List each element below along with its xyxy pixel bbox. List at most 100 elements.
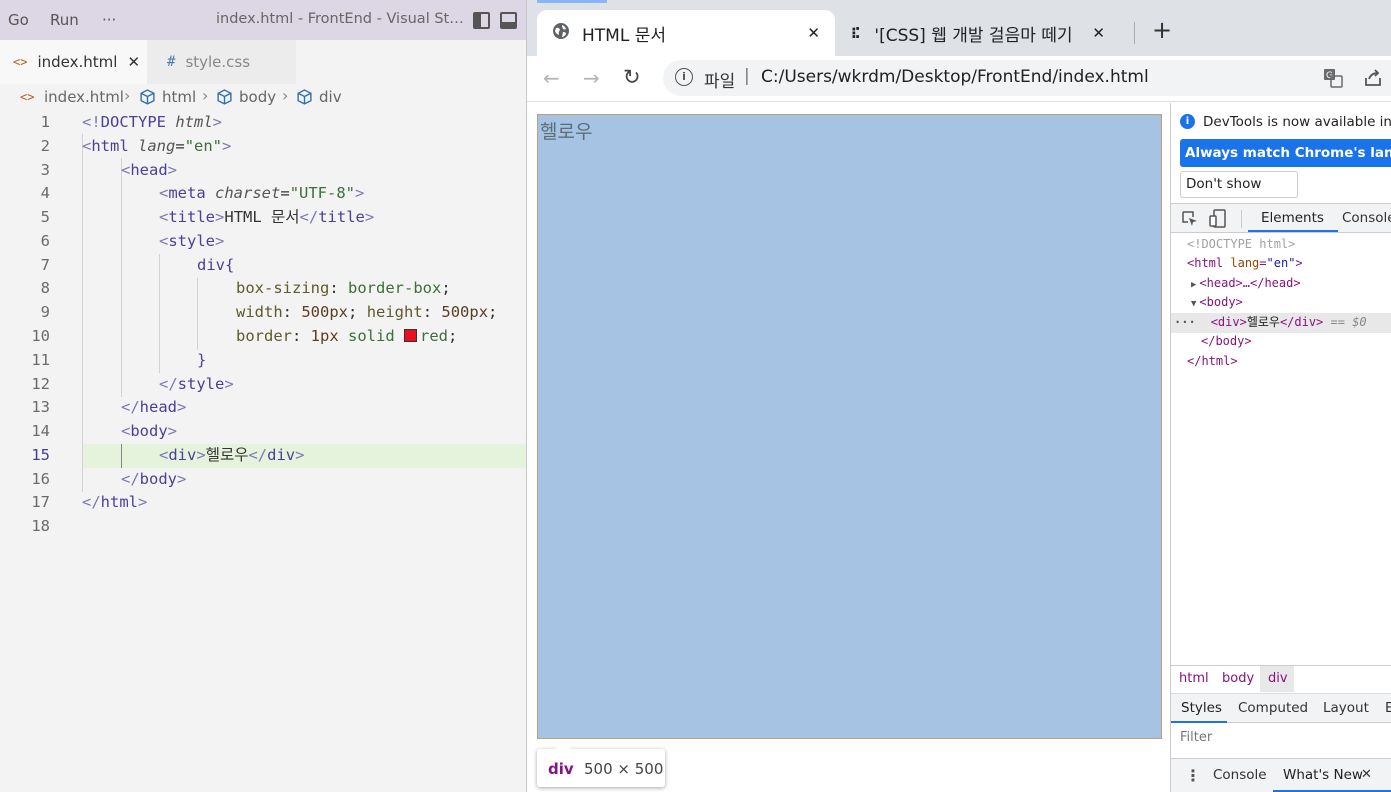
window-title: index.html - FrontEnd - Visual Studi... (216, 11, 464, 27)
code-line: </body> (121, 470, 187, 488)
close-drawer-icon[interactable]: ✕ (1361, 767, 1372, 782)
color-swatch-icon[interactable] (404, 329, 418, 342)
drawer-menu-icon[interactable]: ⋮ (1185, 766, 1201, 785)
dom-node-body-close[interactable]: </body> (1171, 332, 1391, 352)
crumb-div[interactable]: div (1268, 671, 1288, 686)
cube-icon (139, 89, 156, 110)
menu-run[interactable]: Run (50, 11, 79, 29)
tab-label: index.html (37, 53, 118, 71)
code-line: div{ (197, 256, 235, 274)
device-toolbar-icon[interactable] (1209, 209, 1226, 232)
line-number: 18 (31, 517, 50, 535)
dom-node-div-selected[interactable]: ··· <div>헬로우</div> == $0 (1171, 313, 1391, 333)
cube-icon (216, 89, 233, 110)
code-line: </html> (82, 493, 148, 511)
scheme-separator: | (744, 66, 750, 86)
code-line: </style> (159, 375, 234, 393)
info-message: DevTools is now available in Kor (1203, 114, 1391, 130)
code-line: <style> (159, 232, 225, 250)
collapse-arrow-icon: ▼ (1191, 299, 1197, 309)
tooltip-size: 500 × 500 (584, 760, 664, 778)
toggle-panel-icon[interactable] (500, 12, 517, 29)
dom-node-html-close[interactable]: </html> (1171, 352, 1391, 372)
crumb-html[interactable]: html (1179, 671, 1209, 686)
more-dots-icon: ··· (1174, 315, 1196, 329)
code-line: <html lang="en"> (82, 137, 232, 155)
dots-icon: ⁝⁚ (851, 24, 861, 42)
active-tab-indicator (1248, 230, 1338, 232)
forward-icon[interactable]: → (583, 66, 600, 90)
devtools-tabs: Elements Console (1171, 203, 1391, 233)
breadcrumb-body[interactable]: body (239, 88, 276, 106)
tab-title: '[CSS] 웹 개발 걸음마 떼기 (874, 25, 1073, 46)
reload-icon[interactable]: ↻ (623, 65, 641, 89)
devtools-drawer: ⋮ Console What's New ✕ (1171, 758, 1391, 792)
inspect-icon[interactable] (1181, 210, 1198, 231)
translate-icon[interactable]: G (1323, 68, 1343, 88)
close-tab-icon[interactable]: ✕ (1092, 24, 1105, 42)
tab-elements[interactable]: Elements (1261, 210, 1324, 226)
page-viewport: 헬로우 div 500 × 500 (527, 103, 1170, 792)
dom-node-html[interactable]: <html lang="en"> (1171, 254, 1391, 274)
devtools-info-bar: i DevTools is now available in Kor Alway… (1171, 103, 1391, 217)
devtools-panel: i DevTools is now available in Kor Alway… (1170, 103, 1391, 792)
drawer-tab-console[interactable]: Console (1213, 767, 1267, 783)
tab-index-html[interactable]: <> index.html ✕ (0, 40, 147, 84)
chrome-toolbar: ← → ↻ i 파일 | C:/Users/wkrdm/Desktop/Fron… (527, 56, 1391, 102)
code-line-current: <div>헬로우</div> (159, 446, 305, 464)
tab-label: style.css (185, 53, 251, 71)
share-icon[interactable] (1363, 68, 1383, 93)
menu-go[interactable]: Go (8, 11, 29, 29)
code-line: width: 500px; height: 500px; (236, 303, 498, 321)
crumb-body[interactable]: body (1222, 671, 1254, 686)
close-tab-icon[interactable]: ✕ (807, 24, 820, 42)
menu-more[interactable]: ··· (102, 11, 116, 29)
new-tab-button[interactable]: + (1152, 16, 1172, 44)
dom-node-doctype[interactable]: <!DOCTYPE html> (1171, 235, 1391, 255)
drawer-tab-whats-new[interactable]: What's New (1283, 767, 1363, 783)
url-text[interactable]: C:/Users/wkrdm/Desktop/FrontEnd/index.ht… (761, 67, 1149, 87)
toolbar-divider (1241, 210, 1242, 228)
info-icon: i (1180, 114, 1195, 129)
chrome-tab-html[interactable]: HTML 문서 ✕ (537, 10, 835, 56)
html-file-icon: <> (20, 90, 35, 104)
code-line: } (197, 351, 207, 369)
tab-style-css[interactable]: # style.css (147, 40, 296, 84)
back-icon[interactable]: ← (543, 66, 560, 90)
tab-styles[interactable]: Styles (1181, 700, 1222, 716)
html-file-icon: <> (13, 55, 28, 69)
active-subtab-indicator (1171, 721, 1227, 723)
dom-node-body[interactable]: ▼ <body> (1171, 293, 1391, 313)
breadcrumb-html[interactable]: html (162, 88, 196, 106)
close-tab-icon[interactable]: ✕ (127, 53, 140, 71)
chevron-right-icon: › (124, 86, 131, 105)
tab-title: HTML 문서 (582, 25, 666, 46)
css-file-icon: # (167, 54, 176, 70)
tab-console[interactable]: Console (1342, 210, 1391, 226)
devtools-breadcrumbs: html body div (1171, 665, 1391, 692)
dom-node-head[interactable]: ▶ <head>…</head> (1171, 274, 1391, 294)
code-editor[interactable]: 1 2 3 4 5 6 7 8 9 10 11 12 13 14 15 16 1… (0, 110, 526, 792)
vscode-titlebar: Go Run ··· index.html - FrontEnd - Visua… (0, 0, 526, 40)
editor-tabs: <> index.html ✕ # style.css (0, 40, 526, 84)
match-language-button[interactable]: Always match Chrome's language (1180, 139, 1391, 167)
chrome-tab-css[interactable]: ⁝⁚ '[CSS] 웹 개발 걸음마 떼기 ✕ (841, 10, 1123, 56)
tab-loading-bar (537, 0, 607, 3)
chevron-right-icon: › (202, 86, 209, 105)
cube-icon (296, 89, 313, 110)
tab-more[interactable]: E (1385, 700, 1391, 716)
globe-icon (552, 22, 570, 45)
dont-show-again-button[interactable]: Don't show again (1180, 171, 1298, 217)
address-bar[interactable]: i 파일 | C:/Users/wkrdm/Desktop/FrontEnd/i… (663, 60, 1391, 96)
scheme-label: 파일 (704, 72, 736, 92)
code-line: <meta charset="UTF-8"> (159, 184, 365, 202)
tab-layout[interactable]: Layout (1323, 700, 1369, 716)
tab-computed[interactable]: Computed (1238, 700, 1308, 716)
toggle-sidebar-icon[interactable] (473, 12, 490, 29)
breadcrumb-file[interactable]: index.html (44, 88, 124, 106)
styles-filter-input[interactable]: Filter (1171, 724, 1391, 752)
breadcrumb-div[interactable]: div (319, 88, 342, 106)
highlighted-div[interactable]: 헬로우 (537, 114, 1162, 739)
info-icon[interactable]: i (675, 68, 693, 86)
chevron-right-icon: › (282, 86, 289, 105)
